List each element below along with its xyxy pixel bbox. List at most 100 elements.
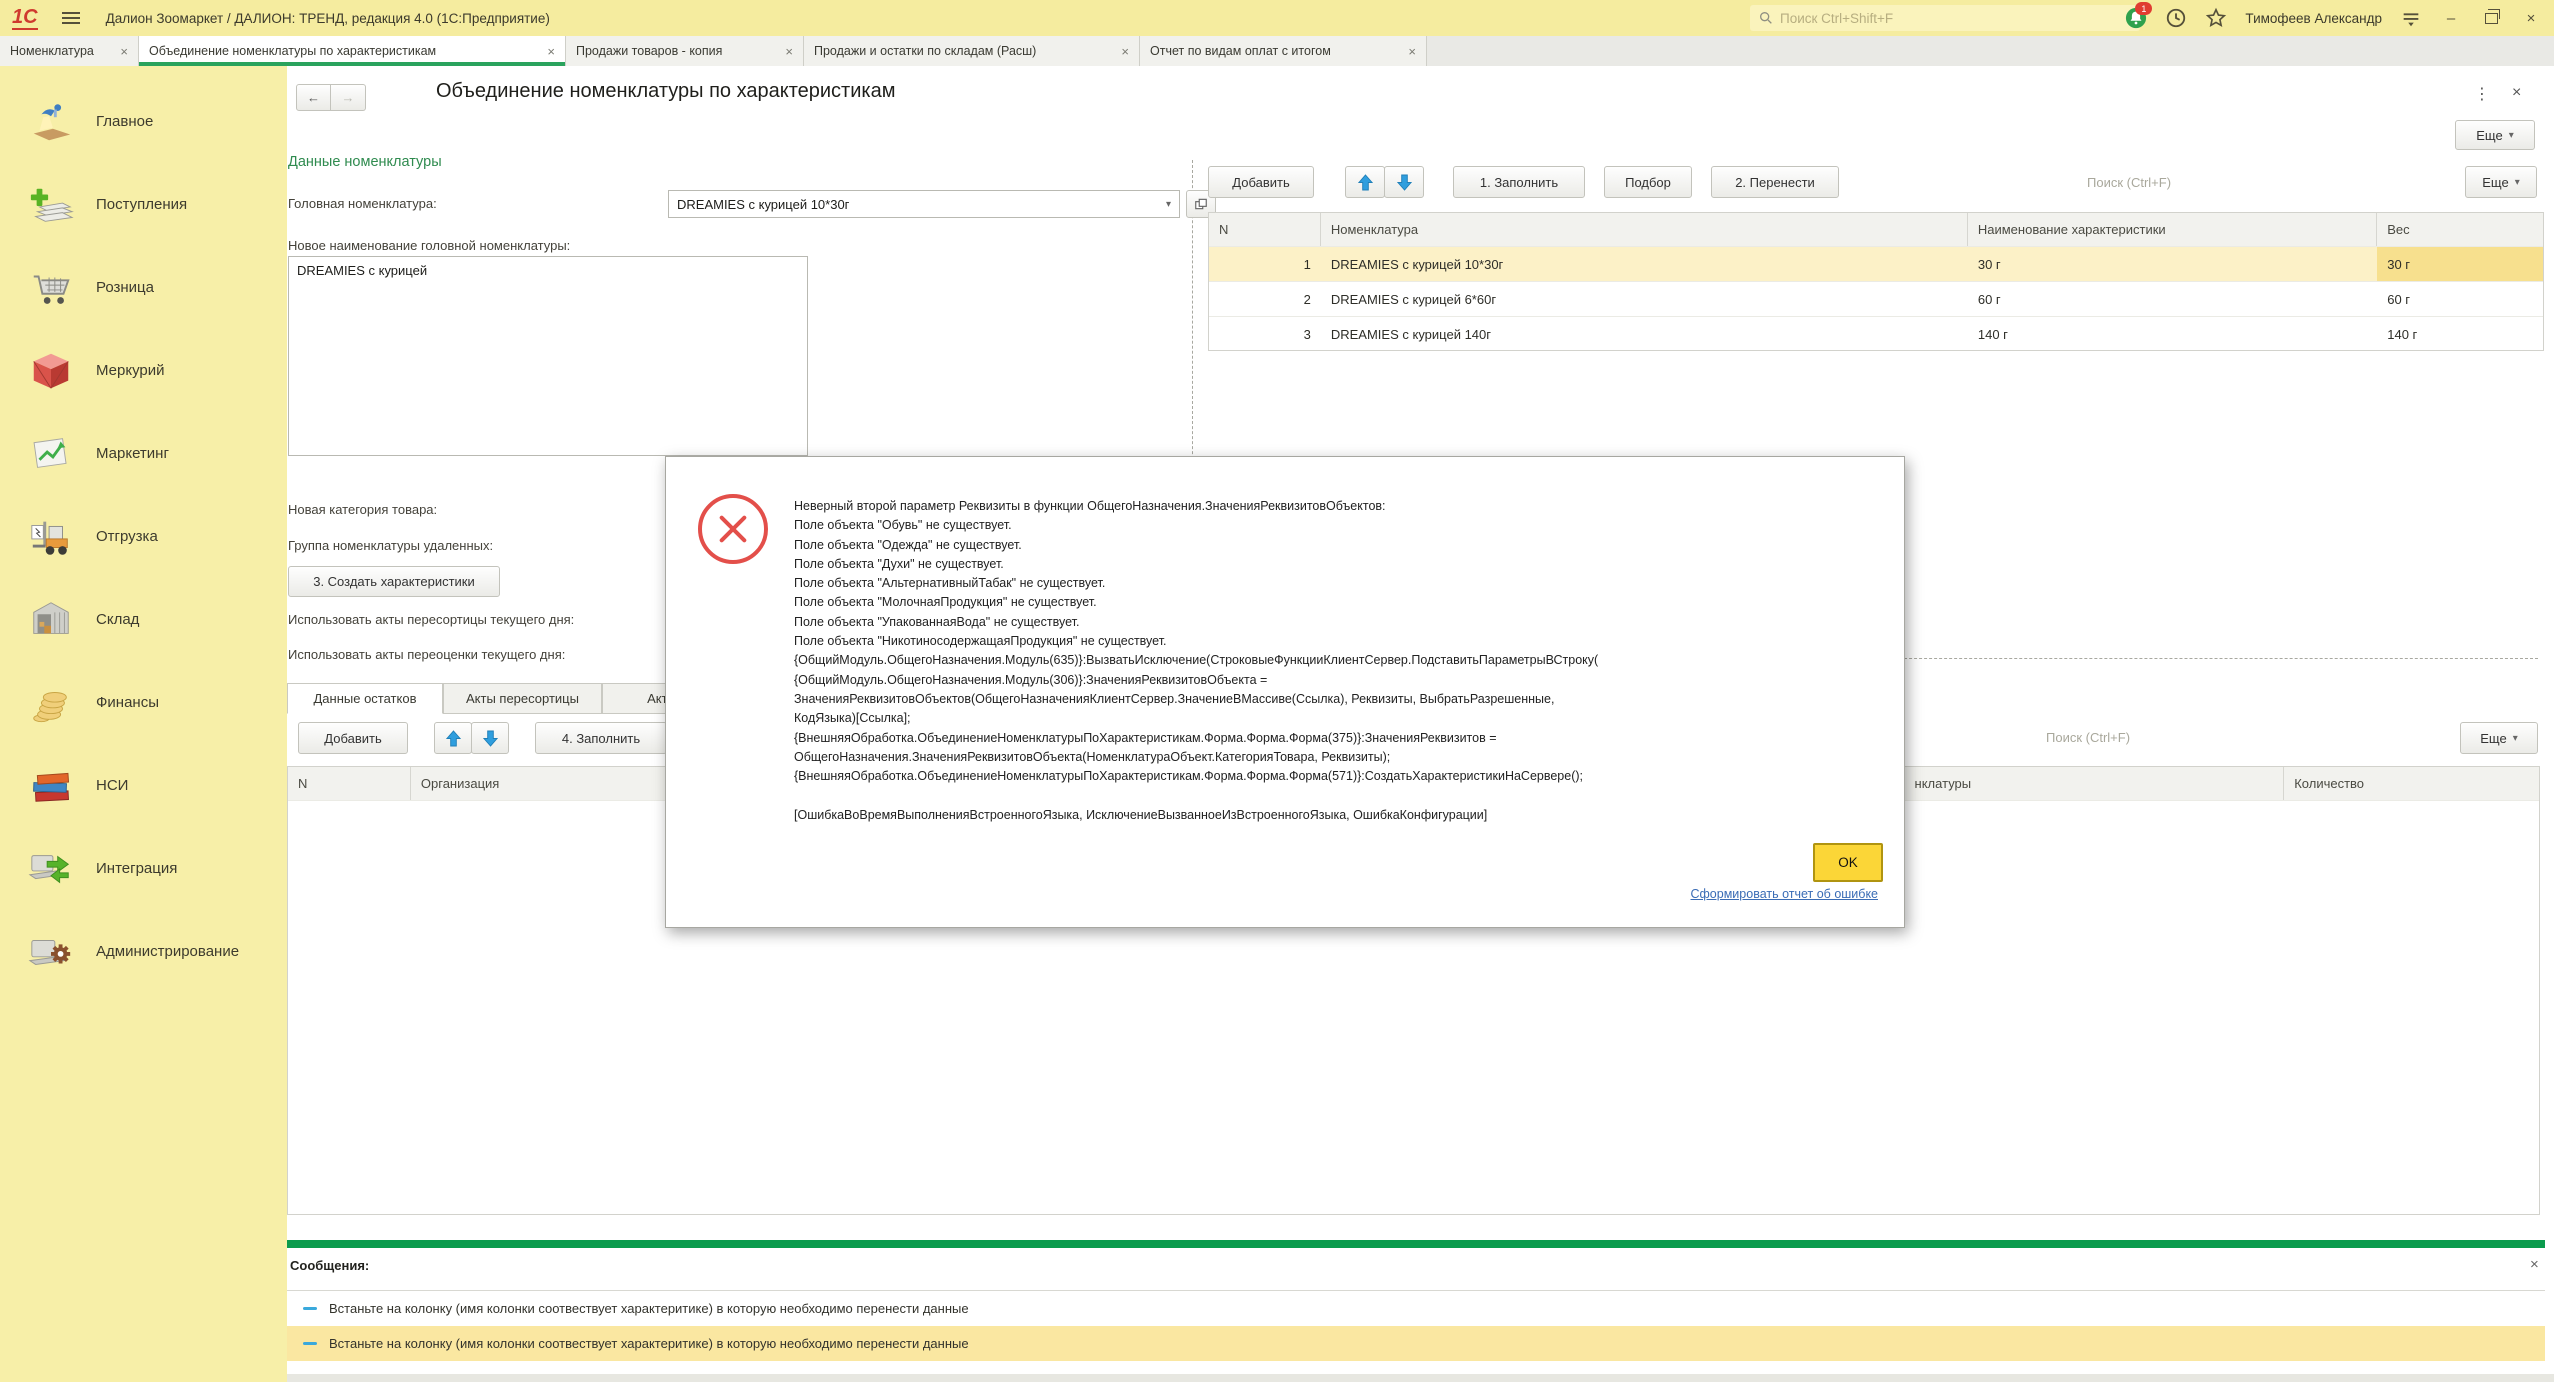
- create-characteristics-button[interactable]: 3. Создать характеристики: [288, 566, 500, 597]
- combobox-value: DREAMIES с курицей 10*30г: [669, 197, 1158, 212]
- pick-button[interactable]: Подбор: [1604, 166, 1692, 198]
- form-more-button[interactable]: Еще▾: [2455, 120, 2535, 150]
- search-placeholder: Поиск Ctrl+Shift+F: [1780, 11, 1893, 26]
- history-icon[interactable]: [2165, 7, 2187, 29]
- right-add-button[interactable]: Добавить: [1208, 166, 1314, 198]
- tab-label: Отчет по видам оплат с итогом: [1150, 44, 1331, 58]
- head-nomenclature-combobox[interactable]: DREAMIES с курицей 10*30г ▾: [668, 190, 1180, 218]
- marketing-chart-icon: [28, 431, 74, 477]
- notifications-bell-icon[interactable]: 1: [2125, 7, 2147, 29]
- sidebar-item-nsi[interactable]: НСИ: [0, 744, 287, 827]
- col-n[interactable]: N: [1209, 213, 1321, 246]
- col-nomenclature[interactable]: Номенклатура: [1321, 213, 1968, 246]
- sidebar-item-merkuriy[interactable]: Меркурий: [0, 329, 287, 412]
- cell-characteristic: 140 г: [1968, 317, 2377, 351]
- service-menu-icon[interactable]: [2400, 7, 2422, 29]
- tab-close-icon[interactable]: ×: [120, 44, 128, 59]
- error-report-link[interactable]: Сформировать отчет об ошибке: [1691, 887, 1879, 901]
- table-row[interactable]: 3 DREAMIES с курицей 140г 140 г 140 г: [1209, 317, 2543, 351]
- main-menu-icon[interactable]: [62, 9, 80, 27]
- current-user[interactable]: Тимофеев Александр: [2245, 11, 2382, 26]
- bottom-fill-button[interactable]: 4. Заполнить: [535, 722, 667, 754]
- col-weight[interactable]: Вес: [2377, 213, 2543, 246]
- open-windows-tabbar: Номенклатура × Объединение номенклатуры …: [0, 36, 2554, 66]
- messages-splitter[interactable]: [287, 1240, 2545, 1248]
- sidebar-item-marketing[interactable]: Маркетинг: [0, 412, 287, 495]
- tab-close-icon[interactable]: ×: [1121, 44, 1129, 59]
- error-line: Поле объекта "Одежда" не существует.: [794, 536, 1886, 555]
- bottom-move-down-button[interactable]: [471, 722, 509, 754]
- global-search-input[interactable]: Поиск Ctrl+Shift+F: [1750, 5, 2140, 31]
- cell-nomenclature: DREAMIES с курицей 10*30г: [1321, 247, 1968, 281]
- right-search-field[interactable]: Поиск (Ctrl+F): [2087, 175, 2171, 190]
- desk-lamp-icon: [28, 99, 74, 145]
- fill-button[interactable]: 1. Заполнить: [1453, 166, 1585, 198]
- error-line: {ВнешняяОбработка.ОбъединениеНоменклатур…: [794, 729, 1886, 748]
- error-icon: [698, 494, 768, 564]
- sidebar-item-otgruzka[interactable]: Отгрузка: [0, 495, 287, 578]
- integration-arrows-icon: [28, 846, 74, 892]
- move-down-button[interactable]: [1384, 166, 1424, 198]
- ok-button[interactable]: OK: [1813, 843, 1883, 882]
- favorites-star-icon[interactable]: [2205, 7, 2227, 29]
- col-n[interactable]: N: [288, 767, 411, 800]
- maximize-button[interactable]: [2480, 13, 2502, 24]
- tab-akty-peresortitsy[interactable]: Акты пересортицы: [443, 683, 602, 714]
- bottom-more-button[interactable]: Еще▾: [2460, 722, 2538, 754]
- form-close-icon[interactable]: ×: [2512, 84, 2521, 102]
- tab-obedinenie[interactable]: Объединение номенклатуры по характеристи…: [139, 36, 566, 66]
- new-name-textarea[interactable]: DREAMIES с курицей: [288, 256, 808, 456]
- table-header-row: N Номенклатура Наименование характеристи…: [1209, 213, 2543, 247]
- transfer-button[interactable]: 2. Перенести: [1711, 166, 1839, 198]
- move-up-button[interactable]: [1345, 166, 1385, 198]
- tab-otchet-oplat[interactable]: Отчет по видам оплат с итогом ×: [1140, 36, 1427, 66]
- bottom-add-button[interactable]: Добавить: [298, 722, 408, 754]
- col-characteristic[interactable]: Наименование характеристики: [1968, 213, 2377, 246]
- close-window-button[interactable]: ×: [2520, 10, 2542, 27]
- more-label: Еще: [2480, 731, 2506, 746]
- bottom-search-field[interactable]: Поиск (Ctrl+F): [2046, 730, 2130, 745]
- form-kebab-icon[interactable]: ⋮: [2474, 84, 2490, 104]
- tab-close-icon[interactable]: ×: [1408, 44, 1416, 59]
- sidebar-item-glavnoe[interactable]: Главное: [0, 80, 287, 163]
- cell-weight-current: 30 г: [2377, 247, 2543, 281]
- messages-list: Встаньте на колонку (имя колонки соотвес…: [287, 1290, 2545, 1361]
- cell-characteristic: 30 г: [1968, 247, 2377, 281]
- tab-dannye-ostatkov[interactable]: Данные остатков: [287, 683, 443, 714]
- red-cube-icon: [28, 348, 74, 394]
- cell-n: 2: [1209, 282, 1321, 316]
- tab-nomenklatura[interactable]: Номенклатура ×: [0, 36, 139, 66]
- combobox-dropdown-icon[interactable]: ▾: [1158, 199, 1179, 210]
- tab-prodazhi-tovarov[interactable]: Продажи товаров - копия ×: [566, 36, 804, 66]
- app-window: 1С Далион Зоомаркет / ДАЛИОН: ТРЕНД, ред…: [0, 0, 2554, 1382]
- 1c-logo: 1С: [12, 6, 38, 30]
- sidebar-item-roznitsa[interactable]: Розница: [0, 246, 287, 329]
- sidebar-label: Главное: [96, 113, 153, 130]
- table-row[interactable]: 1 DREAMIES с курицей 10*30г 30 г 30 г: [1209, 247, 2543, 282]
- sidebar-item-postupleniya[interactable]: Поступления: [0, 163, 287, 246]
- minimize-button[interactable]: –: [2440, 10, 2462, 27]
- cell-weight: 140 г: [2377, 317, 2543, 351]
- table-row[interactable]: 2 DREAMIES с курицей 6*60г 60 г 60 г: [1209, 282, 2543, 317]
- tab-close-icon[interactable]: ×: [547, 44, 555, 59]
- tab-prodazhi-ostatki[interactable]: Продажи и остатки по складам (Расш) ×: [804, 36, 1140, 66]
- error-line: [794, 786, 1886, 805]
- new-name-label: Новое наименование головной номенклатуры…: [288, 238, 570, 253]
- warehouse-icon: [28, 597, 74, 643]
- back-button[interactable]: ←: [296, 84, 331, 111]
- section-sidebar: Главное Поступления Розница Меркурий Мар…: [0, 66, 287, 1382]
- col-characteristic-partial[interactable]: нклатуры: [1905, 767, 2285, 800]
- sidebar-item-administrirovanie[interactable]: Администрирование: [0, 910, 287, 993]
- right-more-button[interactable]: Еще▾: [2465, 166, 2537, 198]
- col-quantity[interactable]: Количество: [2284, 767, 2539, 800]
- forklift-icon: [28, 514, 74, 560]
- sidebar-item-finansy[interactable]: Финансы: [0, 661, 287, 744]
- message-item-selected[interactable]: Встаньте на колонку (имя колонки соотвес…: [287, 1326, 2545, 1361]
- sidebar-item-integratsiya[interactable]: Интеграция: [0, 827, 287, 910]
- bottom-move-up-button[interactable]: [434, 722, 472, 754]
- message-item[interactable]: Встаньте на колонку (имя колонки соотвес…: [287, 1291, 2545, 1326]
- forward-button[interactable]: →: [331, 84, 366, 111]
- messages-close-icon[interactable]: ×: [2530, 1256, 2539, 1273]
- sidebar-item-sklad[interactable]: Склад: [0, 578, 287, 661]
- tab-close-icon[interactable]: ×: [785, 44, 793, 59]
